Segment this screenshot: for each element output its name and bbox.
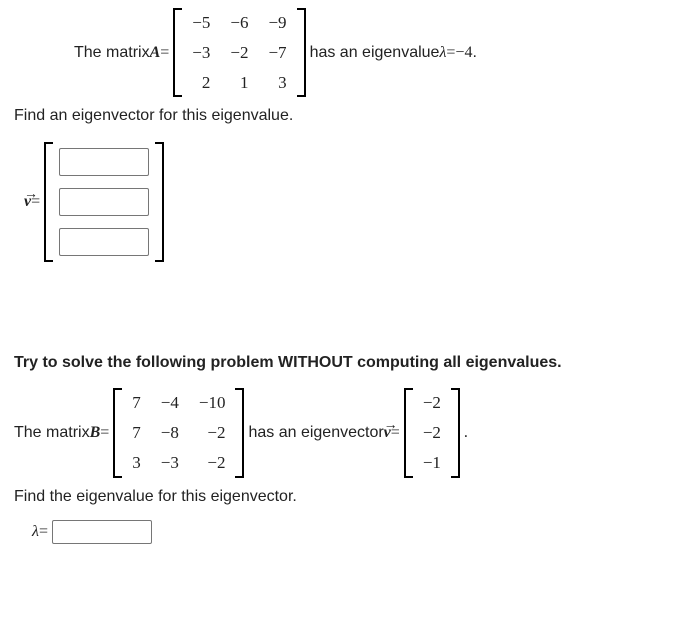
matrix-b-statement: The matrix B = 7−4−10 7−8−2 3−3−2 has an… [14, 388, 672, 477]
symbol-lambda-b: λ [32, 521, 39, 543]
matrix-B: 7−4−10 7−8−2 3−3−2 [113, 388, 244, 477]
instruction-find-eigenvector: Find an eigenvector for this eigenvalue. [14, 105, 672, 127]
eigenvalue-A: −4 [455, 42, 472, 64]
eigenvalue-input[interactable] [52, 520, 152, 544]
equals-b: = [100, 422, 109, 444]
eigenvalue-input-row: λ = [14, 520, 672, 544]
period-b: . [464, 422, 468, 444]
symbol-lambda: λ [439, 42, 446, 64]
text-has-eigenvalue: has an eigenvalue [310, 42, 440, 64]
matrix-A: −5−6−9 −3−2−7 213 [173, 8, 305, 97]
matrix-a-statement: The matrix A = −5−6−9 −3−2−7 213 has an … [14, 8, 672, 97]
instruction-without-eigenvalues: Try to solve the following problem WITHO… [14, 352, 672, 374]
eigenvector-input-matrix [44, 142, 164, 262]
eigenvector-input-3[interactable] [59, 228, 149, 256]
eigenvector-input-1[interactable] [59, 148, 149, 176]
equals-eigen: = [446, 42, 455, 64]
period: . [472, 42, 476, 64]
symbol-v: → v [24, 191, 31, 213]
text-the-matrix: The matrix [74, 42, 150, 64]
text-the-matrix-b: The matrix [14, 422, 90, 444]
equals: = [160, 42, 169, 64]
symbol-B: B [90, 422, 101, 444]
text-has-eigenvector: has an eigenvector [248, 422, 383, 444]
instruction-find-eigenvalue: Find the eigenvalue for this eigenvector… [14, 486, 672, 508]
equals-lambda-b: = [39, 521, 48, 543]
symbol-A: A [150, 42, 161, 64]
symbol-v-b: → v [384, 422, 391, 444]
eigenvector-input-2[interactable] [59, 188, 149, 216]
eigenvector-input-row: → v = [14, 142, 672, 262]
eigenvector-given: −2 −2 −1 [404, 388, 460, 477]
